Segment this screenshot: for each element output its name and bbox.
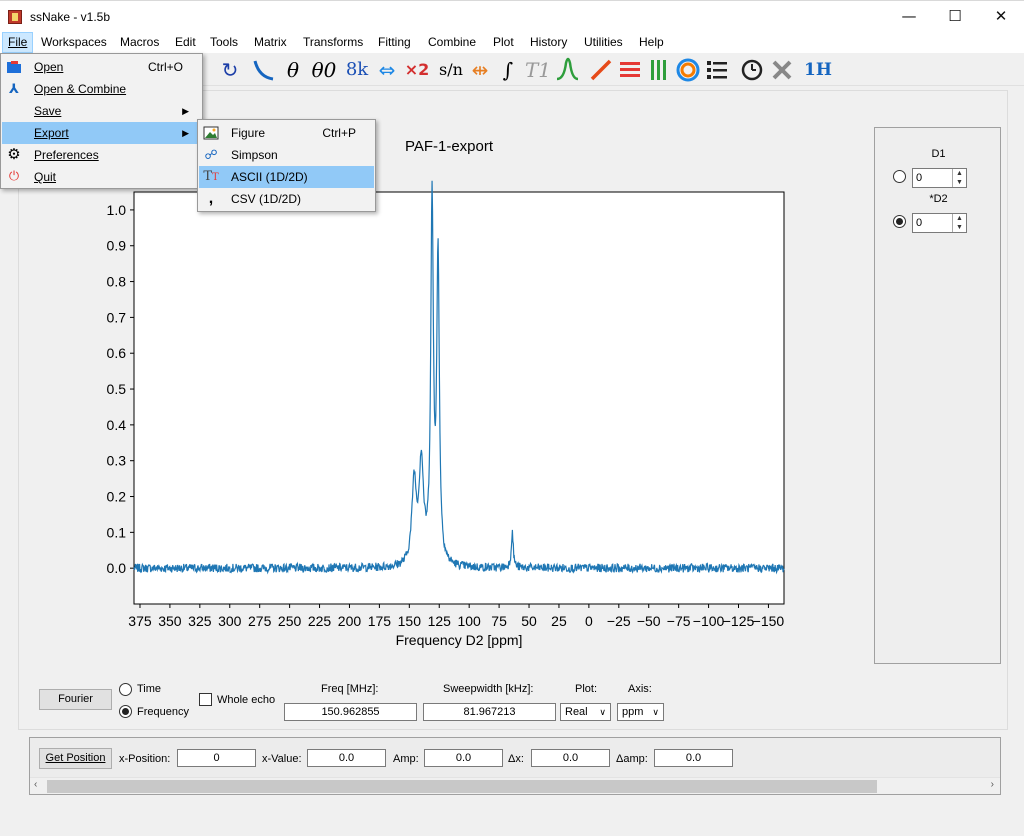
scroll-right-icon[interactable]: › xyxy=(991,779,994,790)
chevron-down-icon: ∨ xyxy=(599,707,606,717)
menu-export[interactable]: Export ▶ xyxy=(2,122,201,144)
y-axis: 0.0 0.1 0.2 0.3 0.4 0.5 0.6 0.7 0.8 0.9 1.0 xyxy=(107,202,134,576)
plot-type-select[interactable]: Real ∨ xyxy=(560,703,611,721)
whole-echo-label: Whole echo xyxy=(217,694,276,706)
export-simpson[interactable]: ☍ Simpson xyxy=(199,144,374,166)
plot-title: PAF-1-export xyxy=(405,138,494,155)
dimension-panel: D1 0 ▲ ▼ *D2 0 ▲ ▼ xyxy=(874,127,1001,664)
y-tick-label: 0.9 xyxy=(107,238,127,254)
y-tick-label: 0.7 xyxy=(107,309,127,325)
y-tick-label: 0.6 xyxy=(107,345,127,361)
export-figure[interactable]: Figure Ctrl+P xyxy=(199,122,374,144)
menu-quit[interactable]: ⏻ Quit xyxy=(2,166,201,188)
export-submenu: Figure Ctrl+P ☍ Simpson TT ASCII (1D/2D)… xyxy=(197,119,376,212)
freq-label: Freq [MHz]: xyxy=(321,683,379,695)
comma-icon: , xyxy=(208,190,214,207)
image-icon xyxy=(203,125,219,141)
axis-label: Axis: xyxy=(628,683,652,695)
time-label: Time xyxy=(137,683,162,695)
x-tick-label: 100 xyxy=(457,613,481,629)
whole-echo-checkbox[interactable] xyxy=(199,693,212,706)
y-tick-label: 0.0 xyxy=(107,560,127,576)
fourier-button[interactable]: Fourier xyxy=(39,689,112,710)
x-tick-label: 25 xyxy=(551,613,567,629)
gear-icon: ⚙ xyxy=(7,146,21,163)
y-tick-label: 0.1 xyxy=(107,524,127,540)
x-tick-label: −75 xyxy=(667,613,691,629)
x-tick-label: −125 xyxy=(723,613,755,629)
x-tick-label: 325 xyxy=(188,613,212,629)
d1-spinbox[interactable]: 0 ▲ ▼ xyxy=(912,168,967,188)
export-csv[interactable]: , CSV (1D/2D) xyxy=(199,188,374,210)
scrollbar-thumb[interactable] xyxy=(47,780,877,793)
delta-x-input[interactable]: 0.0 xyxy=(531,749,610,767)
time-radio[interactable] xyxy=(119,683,132,696)
folder-icon xyxy=(6,59,22,75)
x-tick-label: 225 xyxy=(308,613,332,629)
get-position-button[interactable]: Get Position xyxy=(39,748,112,769)
x-axis-label: Frequency D2 [ppm] xyxy=(396,632,523,648)
power-icon: ⏻ xyxy=(8,169,20,184)
x-position-input[interactable]: 0 xyxy=(177,749,256,767)
x-tick-label: 150 xyxy=(398,613,422,629)
x-tick-label: 200 xyxy=(338,613,362,629)
menu-save[interactable]: Save ▶ xyxy=(2,100,201,122)
d1-label: D1 xyxy=(931,148,946,160)
menu-open[interactable]: Open Ctrl+O xyxy=(2,56,201,78)
chevron-right-icon: ▶ xyxy=(182,106,189,116)
x-tick-label: −25 xyxy=(607,613,631,629)
amp-input[interactable]: 0.0 xyxy=(424,749,503,767)
x-tick-label: 125 xyxy=(428,613,452,629)
scroll-left-icon[interactable]: ‹ xyxy=(34,779,37,790)
x-tick-label: 75 xyxy=(491,613,507,629)
x-tick-label: 50 xyxy=(521,613,537,629)
d2-spinbox[interactable]: 0 ▲ ▼ xyxy=(912,213,967,233)
combine-icon: ⅄ xyxy=(9,81,19,96)
delta-x-label: Δx: xyxy=(508,753,524,765)
delta-amp-input[interactable]: 0.0 xyxy=(654,749,733,767)
x-tick-label: 375 xyxy=(128,613,152,629)
x-tick-label: 350 xyxy=(158,613,182,629)
x-position-label: x-Position: xyxy=(119,753,171,765)
sweepwidth-input[interactable]: 81.967213 xyxy=(423,703,556,721)
y-tick-label: 0.3 xyxy=(107,453,127,469)
y-tick-label: 0.2 xyxy=(107,489,127,505)
file-menu: Open Ctrl+O ⅄ Open & Combine Save ▶ Expo… xyxy=(0,53,203,189)
y-tick-label: 0.8 xyxy=(107,274,127,290)
horizontal-scrollbar[interactable]: ‹ › xyxy=(30,777,1000,794)
x-tick-label: 275 xyxy=(248,613,272,629)
amp-label: Amp: xyxy=(393,753,419,765)
menu-open-combine[interactable]: ⅄ Open & Combine xyxy=(2,78,201,100)
x-value-label: x-Value: xyxy=(262,753,302,765)
d2-radio[interactable] xyxy=(893,215,906,228)
chevron-right-icon: ▶ xyxy=(182,128,189,138)
d2-label: *D2 xyxy=(929,193,948,205)
y-tick-label: 0.4 xyxy=(107,417,127,433)
frequency-label: Frequency xyxy=(137,706,189,718)
chevron-down-icon: ∨ xyxy=(652,707,659,717)
plot-type-label: Plot: xyxy=(575,683,598,695)
delta-amp-label: Δamp: xyxy=(616,753,648,765)
frequency-radio[interactable] xyxy=(119,705,132,718)
x-tick-label: 300 xyxy=(218,613,242,629)
y-tick-label: 0.5 xyxy=(107,381,127,397)
export-ascii[interactable]: TT ASCII (1D/2D) xyxy=(199,166,374,188)
axis-select[interactable]: ppm ∨ xyxy=(617,703,664,721)
plot-area xyxy=(133,191,785,605)
x-tick-label: 0 xyxy=(585,613,593,629)
y-tick-label: 1.0 xyxy=(107,202,127,218)
x-axis: 375 350 325 300 275 250 225 200 175 150 125 100 75 50… xyxy=(128,604,784,629)
menu-preferences[interactable]: ⚙ Preferences xyxy=(2,144,201,166)
text-icon: TT xyxy=(203,169,219,184)
simpson-icon: ☍ xyxy=(204,147,218,162)
freq-input[interactable]: 150.962855 xyxy=(284,703,417,721)
sweepwidth-label: Sweepwidth [kHz]: xyxy=(443,683,534,695)
x-tick-label: 250 xyxy=(278,613,302,629)
d1-radio[interactable] xyxy=(893,170,906,183)
x-tick-label: −150 xyxy=(753,613,785,629)
x-tick-label: −100 xyxy=(693,613,725,629)
x-tick-label: 175 xyxy=(368,613,392,629)
x-value-input[interactable]: 0.0 xyxy=(307,749,386,767)
x-tick-label: −50 xyxy=(637,613,661,629)
